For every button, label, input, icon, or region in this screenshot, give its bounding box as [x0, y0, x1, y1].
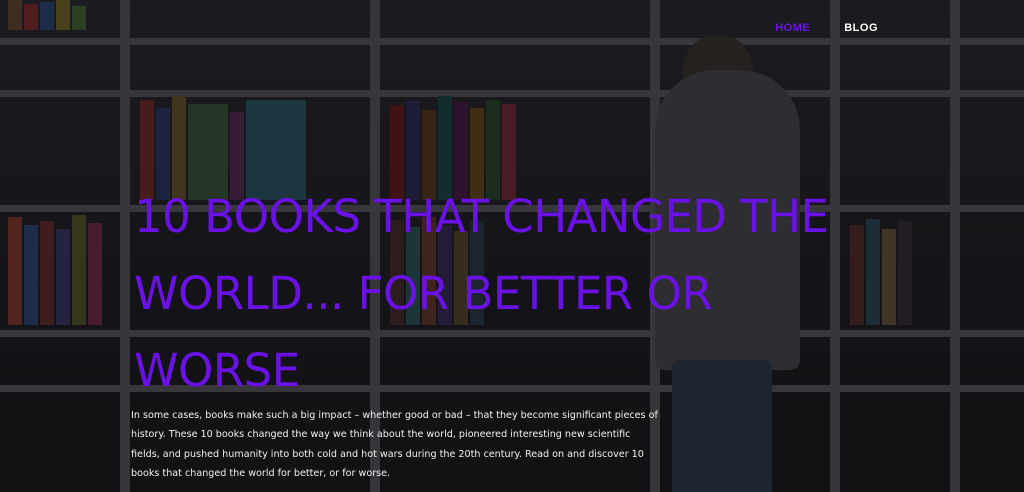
intro-paragraph: In some cases, books make such a big imp…: [131, 410, 658, 480]
nav-home-link[interactable]: HOME: [775, 22, 810, 34]
page-title: 10 BOOKS THAT CHANGED THE WORLD... FOR B…: [134, 190, 829, 397]
main-nav: HOME BLOG: [775, 22, 878, 34]
nav-blog-link[interactable]: BLOG: [844, 22, 878, 34]
